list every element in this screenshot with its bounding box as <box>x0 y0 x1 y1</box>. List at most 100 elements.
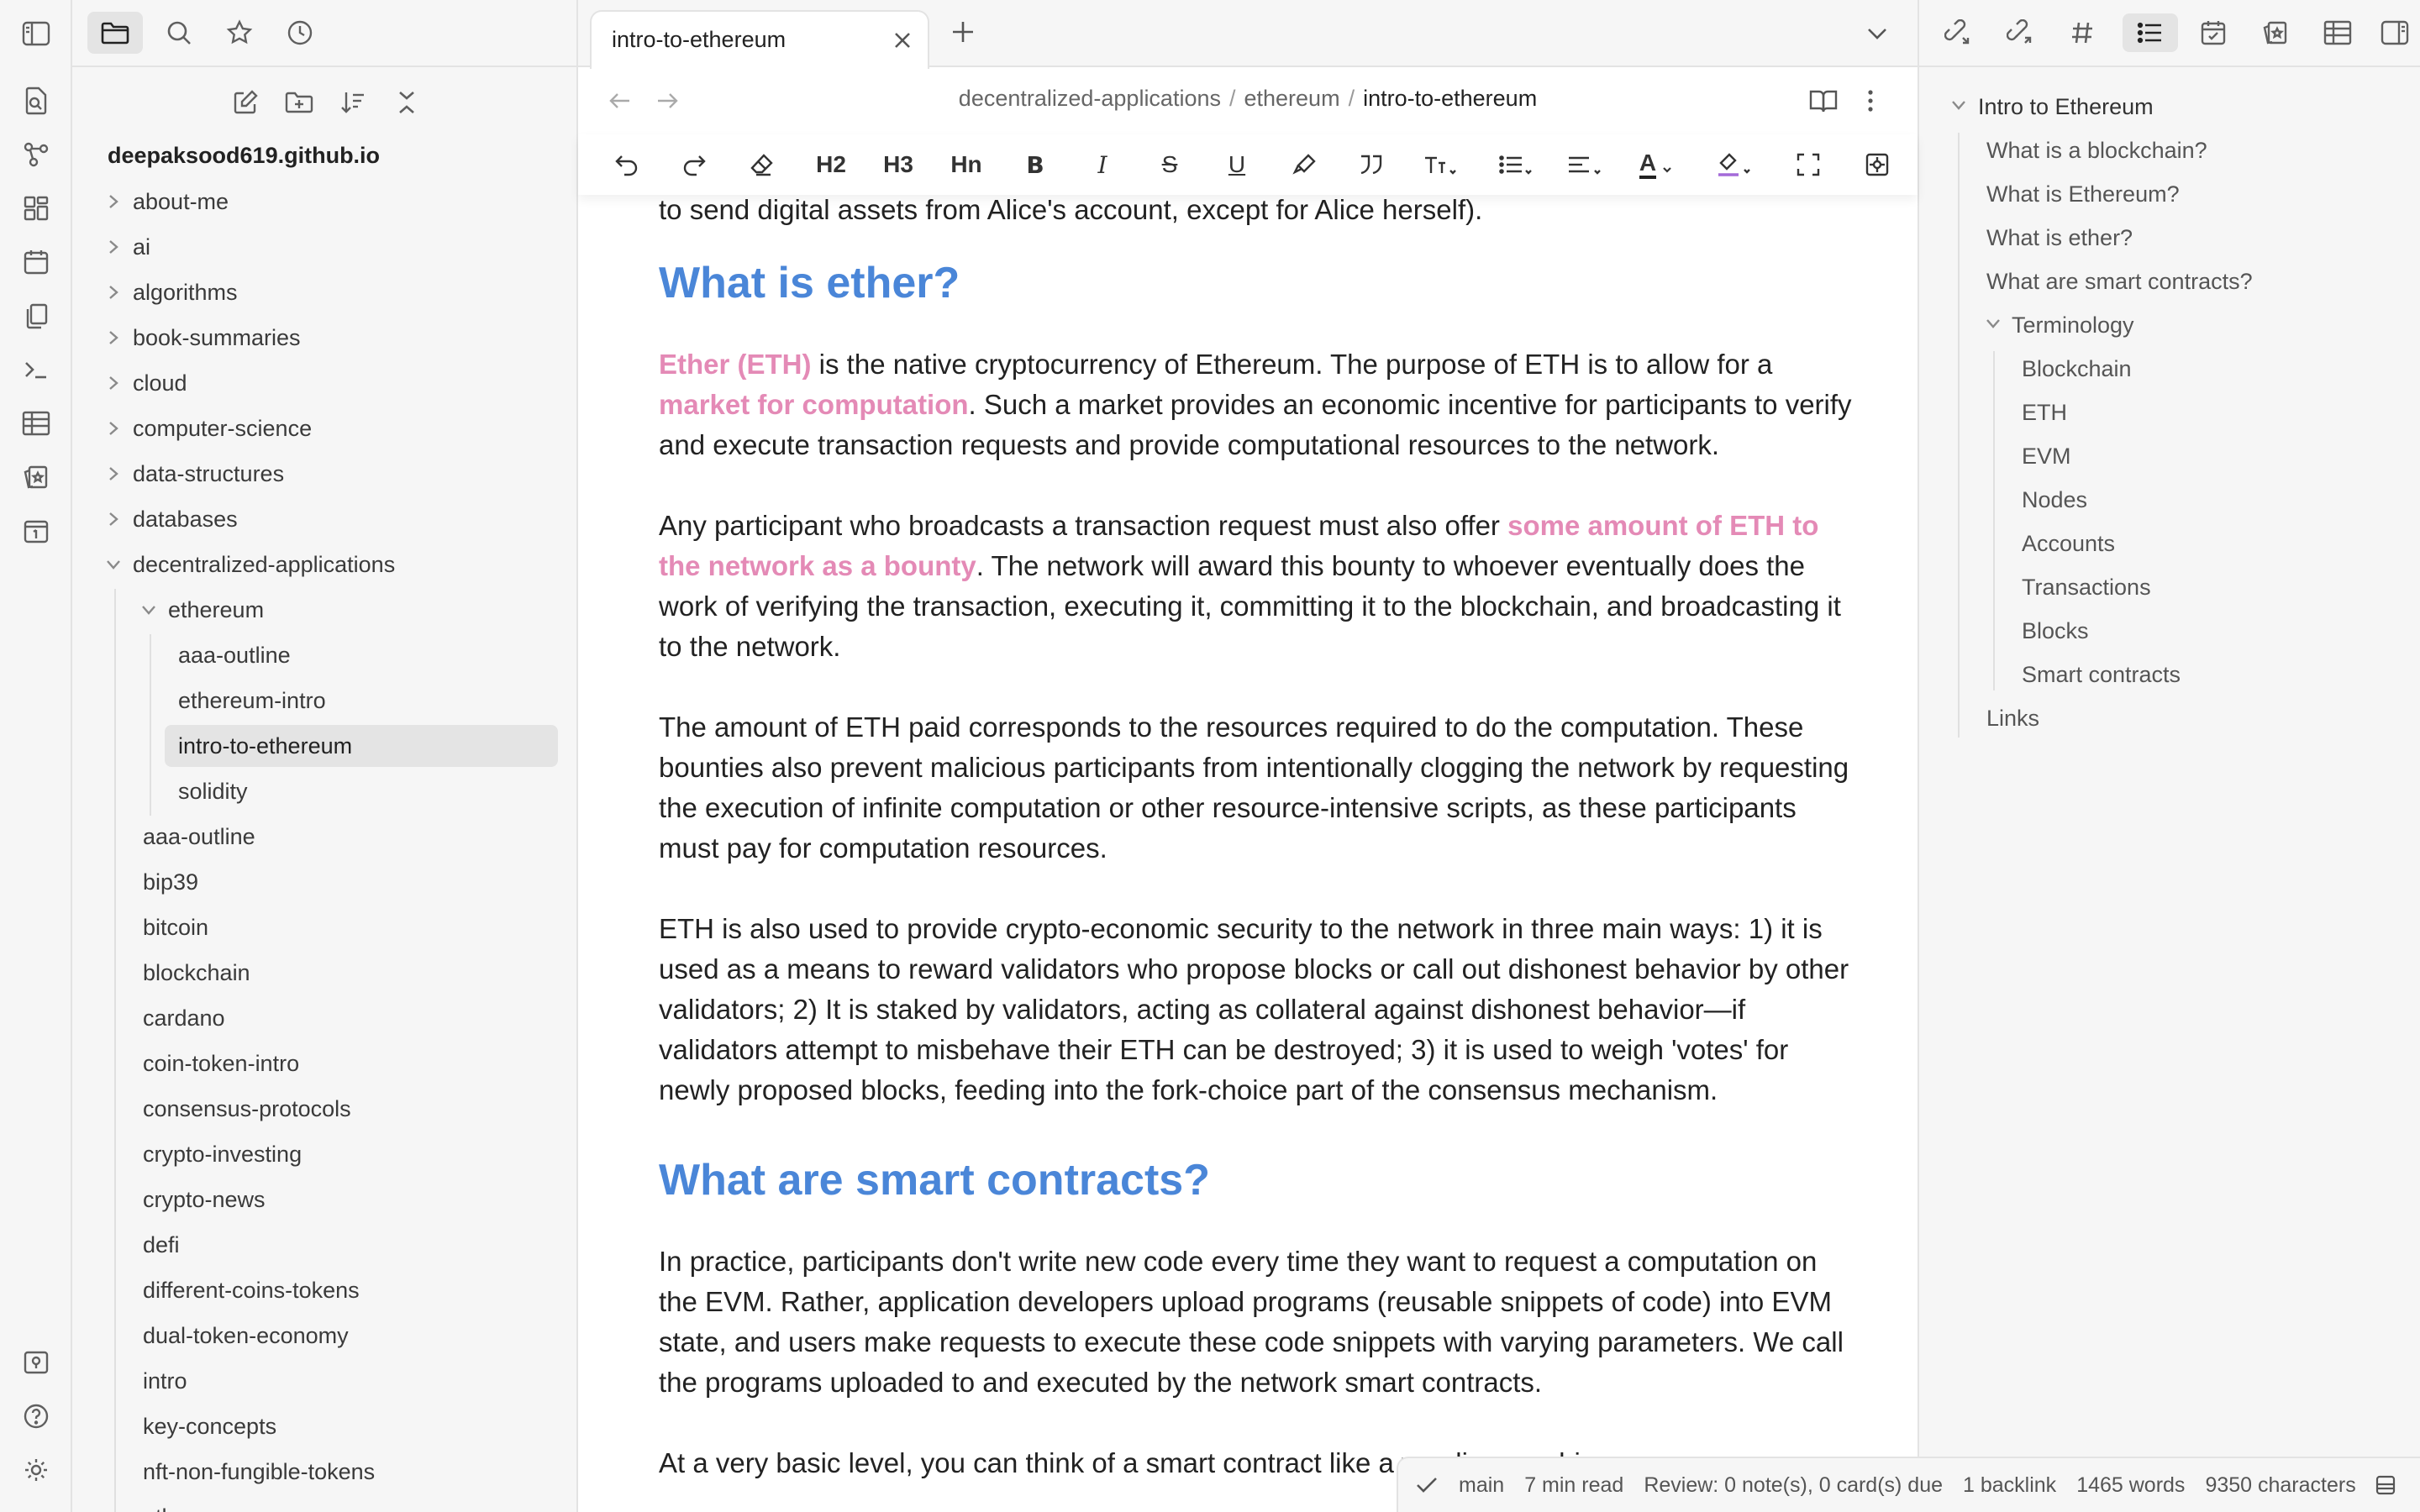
italic-button[interactable]: I <box>1084 146 1121 183</box>
highlight-color-dropdown-icon[interactable] <box>1712 146 1758 183</box>
help-icon[interactable] <box>18 1398 55 1435</box>
new-folder-icon[interactable] <box>281 84 318 121</box>
file-item[interactable]: different-coins-tokens <box>143 1269 360 1311</box>
sync-check-icon[interactable] <box>1415 1475 1439 1495</box>
file-item[interactable]: others <box>143 1496 206 1512</box>
switch-vault-icon[interactable] <box>18 1344 55 1381</box>
open-quick-switcher-icon[interactable] <box>18 82 55 119</box>
new-note-icon[interactable] <box>227 84 264 121</box>
new-tab-plus-icon[interactable] <box>948 17 978 47</box>
outline-subitem[interactable]: Nodes <box>2022 487 2087 513</box>
flashcard-review-icon[interactable] <box>2254 13 2297 52</box>
graph-view-icon[interactable] <box>18 136 55 173</box>
chevron-down-icon[interactable] <box>1985 318 2003 336</box>
folder-item[interactable]: about-me <box>104 181 229 223</box>
text-size-dropdown-icon[interactable] <box>1418 146 1464 183</box>
chevron-down-icon[interactable] <box>1950 99 1969 118</box>
breadcrumb-item[interactable]: decentralized-applications <box>959 86 1221 111</box>
file-item[interactable]: crypto-investing <box>143 1133 302 1175</box>
folder-item[interactable]: cloud <box>104 362 187 404</box>
status-menu-icon[interactable] <box>2375 1474 2396 1496</box>
calendar-day-icon[interactable] <box>18 512 55 549</box>
file-item[interactable]: defi <box>143 1224 180 1266</box>
calendar-check-icon[interactable] <box>2191 13 2235 52</box>
underline-button[interactable]: U <box>1218 146 1255 183</box>
backlinks-icon[interactable] <box>1936 13 1980 52</box>
sort-order-icon[interactable] <box>334 84 371 121</box>
table-view-icon[interactable] <box>2316 13 2360 52</box>
editor-content[interactable]: to send digital assets from Alice's acco… <box>659 186 1852 1512</box>
align-dropdown-icon[interactable] <box>1563 146 1608 183</box>
file-item[interactable]: crypto-news <box>143 1179 266 1221</box>
outline-subitem[interactable]: EVM <box>2022 444 2071 470</box>
outline-subitem[interactable]: Smart contracts <box>2022 662 2181 688</box>
flashcards-icon[interactable] <box>18 459 55 496</box>
outline-item[interactable]: What is Ethereum? <box>1986 181 2180 207</box>
outline-item[interactable]: Links <box>1986 706 2039 732</box>
file-item[interactable]: coin-token-intro <box>143 1042 299 1084</box>
outline-subitem[interactable]: Transactions <box>2022 575 2151 601</box>
folder-item[interactable]: computer-science <box>104 407 312 449</box>
blockquote-icon[interactable] <box>1353 146 1390 183</box>
file-item[interactable]: bitcoin <box>143 906 208 948</box>
undo-icon[interactable] <box>608 146 645 183</box>
search-tab-icon[interactable] <box>151 12 207 54</box>
folder-item[interactable]: ai <box>104 226 150 268</box>
files-tab-folder-icon[interactable] <box>87 12 143 54</box>
file-item[interactable]: intro <box>143 1360 187 1402</box>
outline-item[interactable]: What is a blockchain? <box>1986 138 2207 164</box>
reading-view-book-icon[interactable] <box>1807 84 1840 118</box>
subfolder-item-expanded[interactable]: ethereum <box>139 589 264 631</box>
outline-item-terminology[interactable]: Terminology <box>2012 312 2134 339</box>
fullscreen-icon[interactable] <box>1790 146 1827 183</box>
heading-n-dropdown[interactable]: Hn <box>943 146 990 183</box>
file-item[interactable]: dual-token-economy <box>143 1315 349 1357</box>
breadcrumb-current[interactable]: intro-to-ethereum <box>1363 86 1537 111</box>
redo-icon[interactable] <box>676 146 713 183</box>
highlight-marker-icon[interactable] <box>1286 146 1323 183</box>
outline-item-root[interactable]: Intro to Ethereum <box>1978 94 2154 120</box>
templates-icon[interactable] <box>18 297 55 334</box>
outline-list-icon[interactable] <box>2123 13 2178 52</box>
daily-note-calendar-icon[interactable] <box>18 244 55 281</box>
file-item[interactable]: blockchain <box>143 952 250 994</box>
outline-item[interactable]: What is ether? <box>1986 225 2133 251</box>
outgoing-links-icon[interactable] <box>1998 13 2042 52</box>
outline-subitem[interactable]: Blocks <box>2022 618 2089 644</box>
file-item[interactable]: consensus-protocols <box>143 1088 351 1130</box>
close-icon[interactable] <box>891 29 914 52</box>
collapse-all-icon[interactable] <box>388 84 425 121</box>
heading-3-button[interactable]: H3 <box>877 146 919 183</box>
tags-hash-icon[interactable] <box>2060 13 2104 52</box>
more-options-icon[interactable] <box>1854 84 1887 118</box>
backlink-count[interactable]: 1 backlink <box>1963 1473 2056 1498</box>
tab-list-chevron-down-icon[interactable] <box>1864 20 1891 47</box>
outline-subitem[interactable]: Accounts <box>2022 531 2115 557</box>
toggle-left-sidebar-icon[interactable] <box>18 15 55 52</box>
folder-item[interactable]: databases <box>104 498 238 540</box>
text-color-dropdown[interactable]: A <box>1634 146 1679 183</box>
settings-gear-icon[interactable] <box>18 1452 55 1488</box>
heading-2-button[interactable]: H2 <box>810 146 852 183</box>
bold-button[interactable]: B <box>1017 146 1054 183</box>
review-status[interactable]: Review: 0 note(s), 0 card(s) due <box>1644 1473 1943 1498</box>
bookmarks-star-icon[interactable] <box>212 12 267 54</box>
strikethrough-button[interactable]: S <box>1151 146 1188 183</box>
file-item[interactable]: bip39 <box>143 861 198 903</box>
outline-subitem[interactable]: Blockchain <box>2022 356 2132 382</box>
outline-subitem[interactable]: ETH <box>2022 400 2067 426</box>
toolbar-settings-icon[interactable] <box>1859 146 1896 183</box>
file-item[interactable]: key-concepts <box>143 1405 276 1447</box>
file-item[interactable]: aaa-outline <box>143 816 255 858</box>
clear-formatting-eraser-icon[interactable] <box>743 146 780 183</box>
recent-files-clock-icon[interactable] <box>272 12 328 54</box>
breadcrumb-item[interactable]: ethereum <box>1244 86 1340 111</box>
git-branch[interactable]: main <box>1459 1473 1504 1498</box>
outline-item[interactable]: What are smart contracts? <box>1986 269 2253 295</box>
file-item[interactable]: ethereum-intro <box>165 680 551 722</box>
list-dropdown-icon[interactable] <box>1494 146 1539 183</box>
folder-item[interactable]: book-summaries <box>104 317 301 359</box>
file-item[interactable]: solidity <box>165 770 551 812</box>
toggle-right-sidebar-icon[interactable] <box>2373 13 2417 52</box>
folder-item-expanded[interactable]: decentralized-applications <box>104 543 395 585</box>
